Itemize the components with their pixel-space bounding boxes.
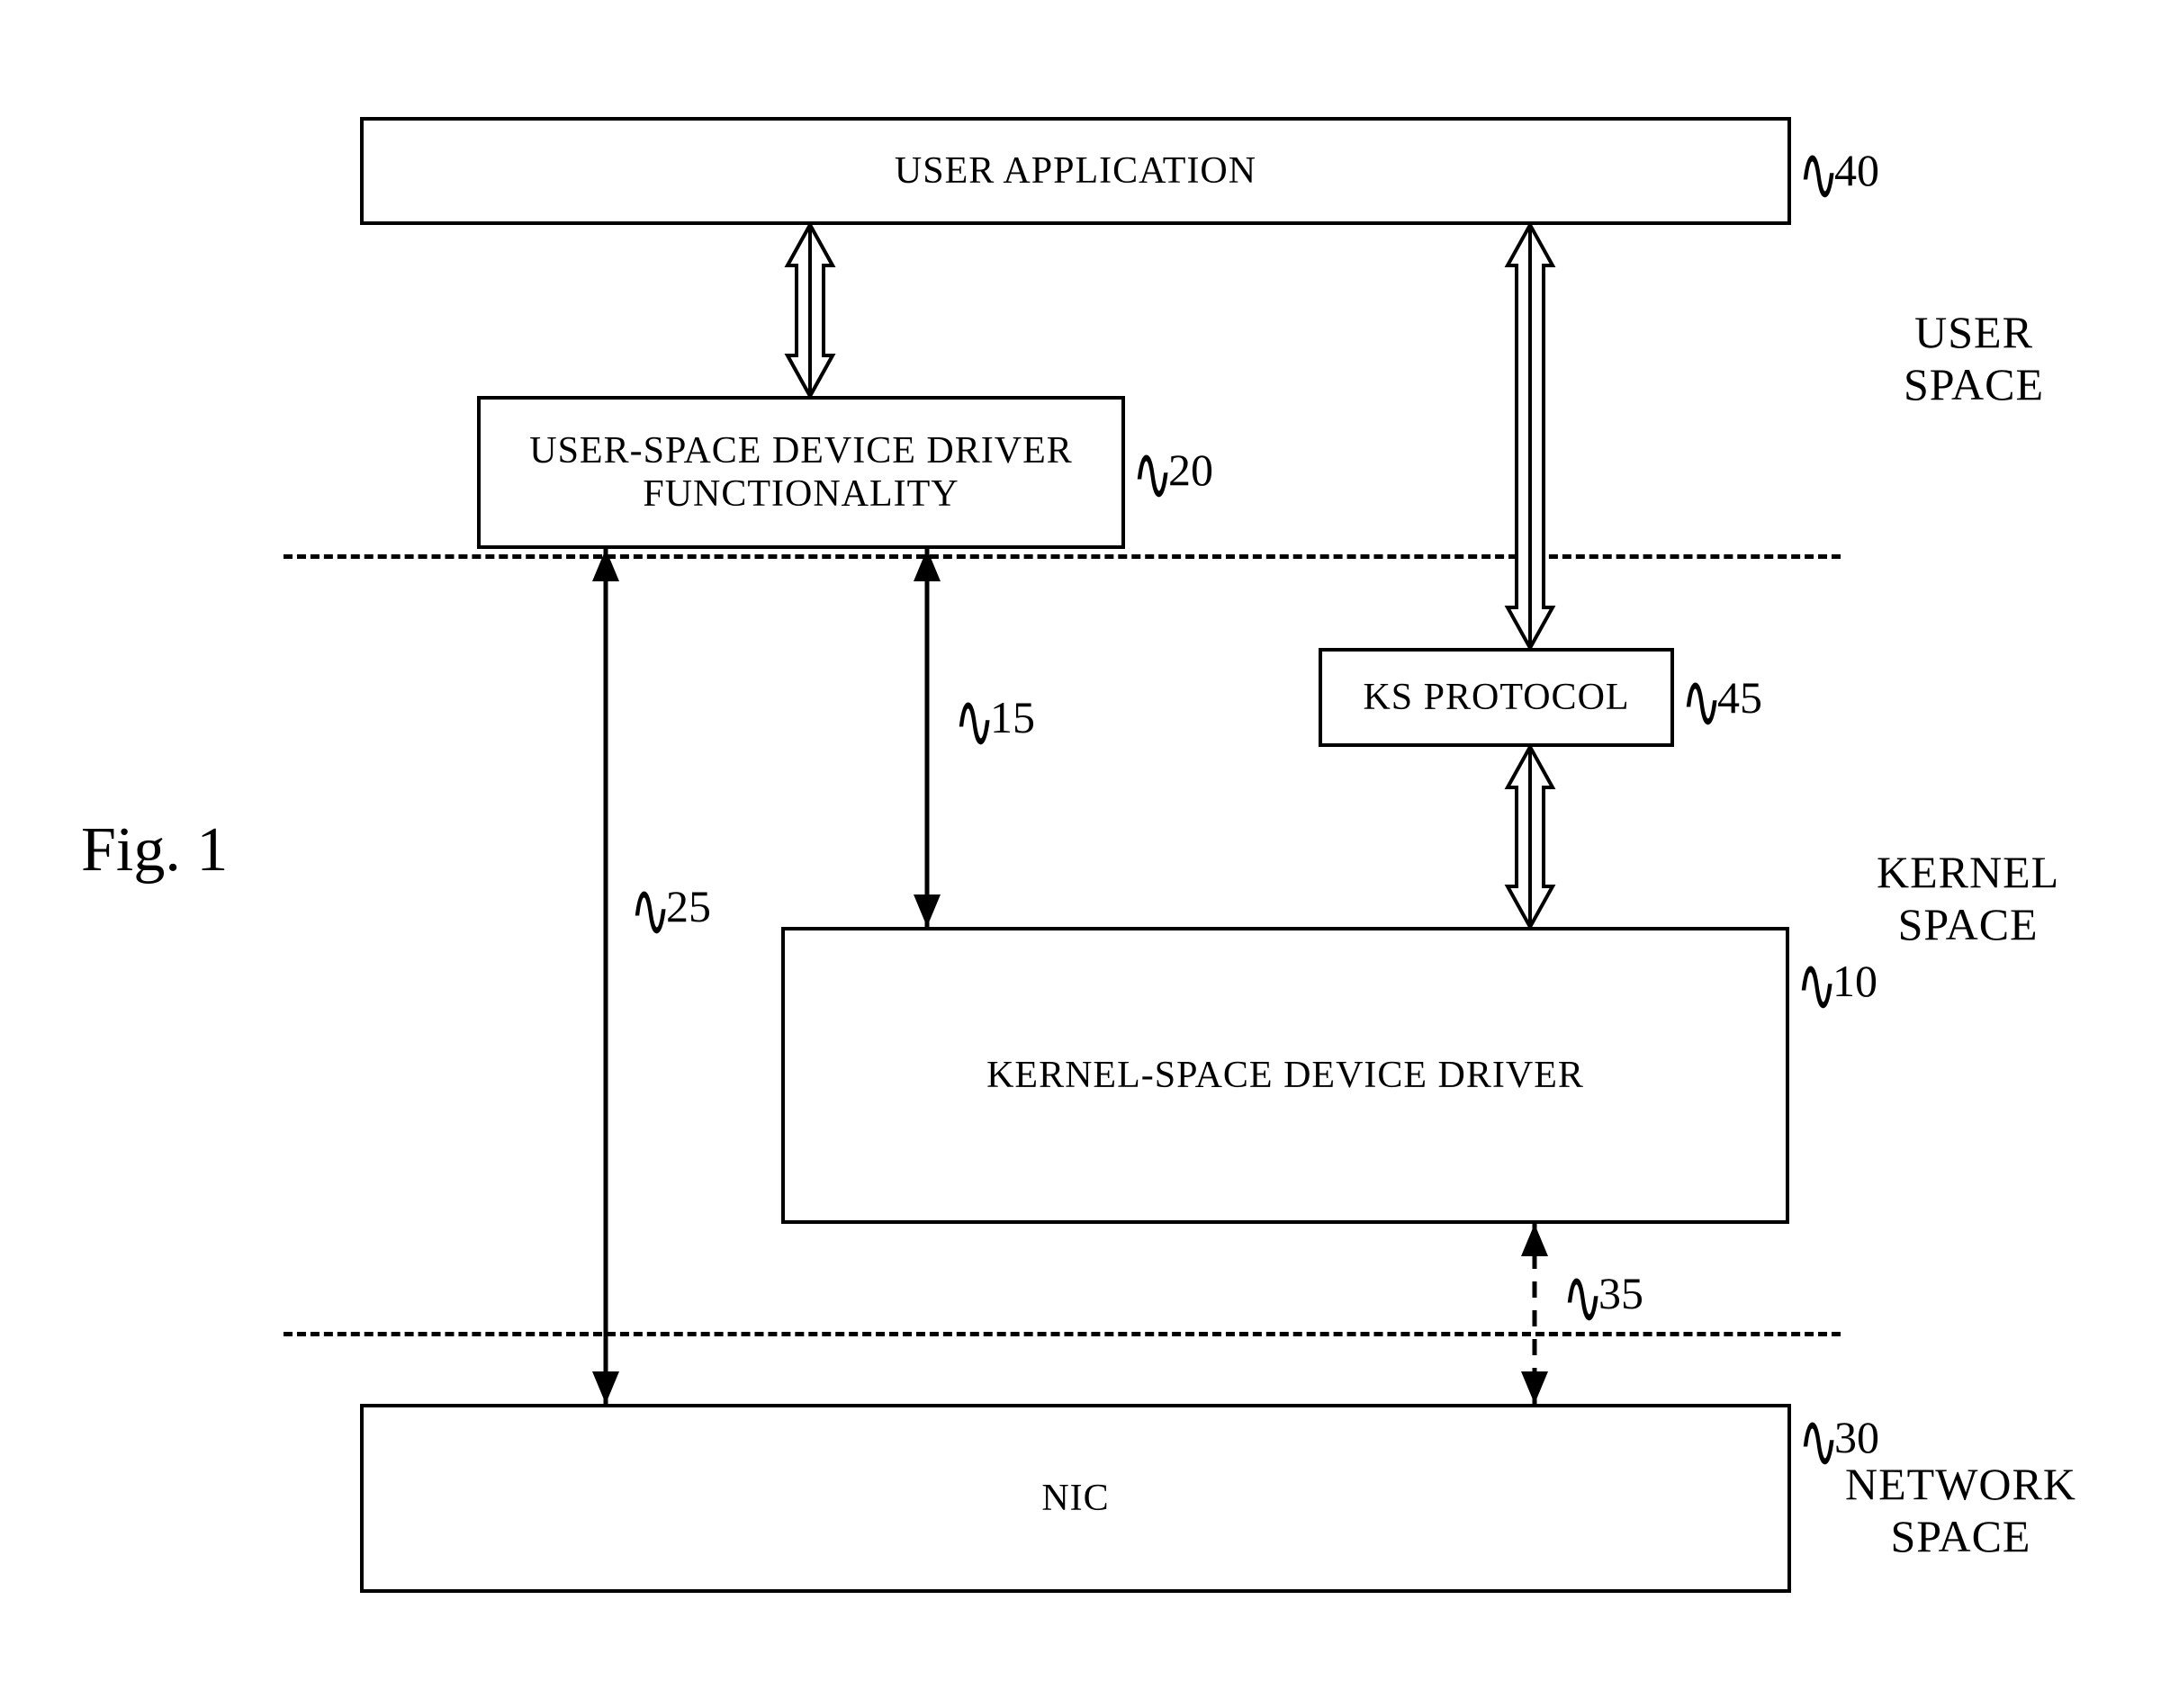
ref-15: 15 xyxy=(990,691,1035,743)
box-kernel-driver: KERNEL-SPACE DEVICE DRIVER xyxy=(781,927,1789,1224)
box-kernel-driver-label: KERNEL-SPACE DEVICE DRIVER xyxy=(986,1054,1584,1097)
ref-30: 30 xyxy=(1834,1411,1879,1463)
ref-45: 45 xyxy=(1717,671,1762,724)
ref-40: 40 xyxy=(1834,144,1879,196)
region-kernel-space: KERNEL SPACE xyxy=(1877,846,2059,950)
box-user-application: USER APPLICATION xyxy=(360,117,1791,225)
ref-35: 35 xyxy=(1598,1267,1643,1319)
ref-tilde-30: ∿ xyxy=(1798,1396,1839,1487)
box-user-application-label: USER APPLICATION xyxy=(895,149,1256,193)
ref-10: 10 xyxy=(1832,955,1877,1007)
boundary-user-kernel xyxy=(284,554,1841,559)
region-user-space: USER SPACE xyxy=(1904,306,2044,410)
box-ks-protocol-label: KS PROTOCOL xyxy=(1363,676,1629,719)
box-nic-label: NIC xyxy=(1041,1477,1109,1520)
arrow-25 xyxy=(583,549,628,1404)
arrow-userapp-userspacedriver xyxy=(774,225,846,396)
ref-tilde-15: ∿ xyxy=(954,676,995,767)
box-user-space-driver-label: USER-SPACE DEVICE DRIVER FUNCTIONALITY xyxy=(529,429,1073,517)
ref-tilde-20: ∿ xyxy=(1132,428,1173,519)
ref-tilde-45: ∿ xyxy=(1681,656,1722,747)
arrow-userapp-ksprotocol xyxy=(1494,225,1566,648)
arrow-ksprotocol-kerneldriver xyxy=(1494,747,1566,927)
ref-25: 25 xyxy=(666,880,711,932)
box-ks-protocol: KS PROTOCOL xyxy=(1319,648,1674,747)
ref-20: 20 xyxy=(1168,444,1213,496)
boundary-kernel-network xyxy=(284,1332,1841,1336)
region-network-space: NETWORK SPACE xyxy=(1845,1458,2076,1562)
box-nic: NIC xyxy=(360,1404,1791,1593)
box-user-space-driver: USER-SPACE DEVICE DRIVER FUNCTIONALITY xyxy=(477,396,1125,549)
ref-tilde-25: ∿ xyxy=(630,865,671,956)
ref-tilde-35: ∿ xyxy=(1562,1252,1603,1343)
arrow-35 xyxy=(1512,1224,1557,1404)
ref-tilde-40: ∿ xyxy=(1798,129,1839,220)
arrow-15 xyxy=(905,549,950,927)
figure-label: Fig. 1 xyxy=(81,814,228,886)
ref-tilde-10: ∿ xyxy=(1796,939,1837,1030)
diagram-canvas: Fig. 1 USER SPACE KERNEL SPACE NETWORK S… xyxy=(0,0,2161,1708)
